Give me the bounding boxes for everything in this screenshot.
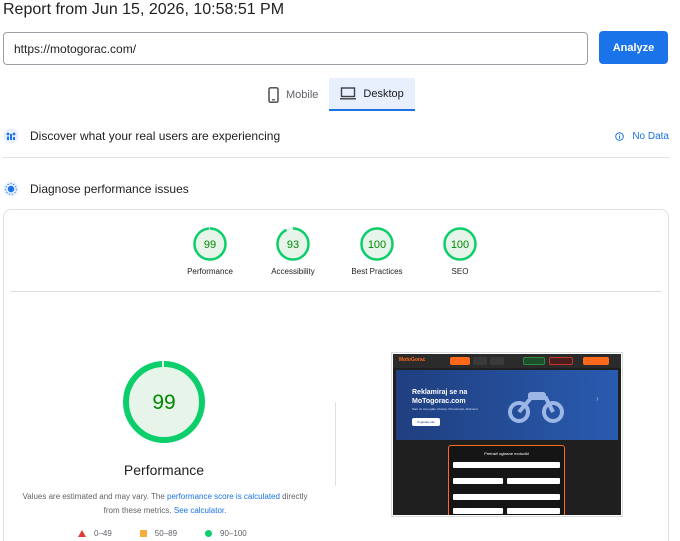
screenshot-headline: Reklamiraj se na MoTogorac.com	[412, 389, 468, 405]
url-input[interactable]: https://motogorac.com/	[3, 32, 588, 65]
screenshot-cta: Pogledaj više	[412, 418, 440, 426]
screenshot-form-title: Pretraži oglasne motocikl	[484, 451, 529, 456]
gauge-accessibility-score: 93	[287, 239, 299, 251]
tab-desktop[interactable]: Desktop	[329, 78, 415, 111]
score-gauges: 99 Performance 93 Accessibility 100 Best…	[170, 226, 500, 286]
gauge-best-practices-ring: 100	[360, 227, 394, 261]
screenshot-field-2	[453, 478, 503, 484]
screenshot-field-3	[507, 478, 560, 484]
performance-big-gauge: 99	[123, 361, 205, 443]
screenshot-field-4	[453, 494, 560, 500]
field-data-heading: Discover what your real users are experi…	[30, 129, 281, 143]
legend-pass: 90–100	[205, 529, 247, 538]
triangle-icon	[78, 530, 86, 537]
device-tabs: Mobile Desktop	[257, 78, 415, 111]
gauge-performance-score: 99	[204, 239, 216, 251]
analyze-button[interactable]: Analyze	[599, 31, 668, 64]
diagnose-heading: Diagnose performance issues	[30, 182, 189, 196]
info-icon	[615, 131, 625, 141]
lab-data-icon	[3, 181, 19, 197]
gauge-seo-score: 100	[451, 239, 469, 251]
motorcycle-icon	[508, 392, 564, 423]
gauge-seo-label: SEO	[451, 267, 469, 276]
screenshot-field-1	[453, 462, 560, 468]
no-data-status[interactable]: No Data	[615, 131, 669, 142]
gauge-seo[interactable]: 100 SEO	[420, 226, 500, 276]
gauge-performance-label: Performance	[187, 267, 233, 276]
gauge-accessibility-label: Accessibility	[271, 267, 315, 276]
diagnose-section: Diagnose performance issues	[3, 181, 669, 197]
section-divider	[3, 157, 669, 158]
screenshot-field-5	[453, 508, 503, 514]
no-data-label: No Data	[632, 130, 669, 142]
gauge-best-practices-label: Best Practices	[351, 267, 403, 276]
gauge-performance-ring: 99	[193, 227, 227, 261]
screenshot-nav-pill-4	[523, 357, 545, 365]
screenshot-nav-pill-6	[583, 357, 609, 365]
square-icon	[139, 530, 147, 537]
score-legend: 0–49 50–89 90–100	[78, 529, 247, 538]
legend-pass-range: 90–100	[220, 529, 247, 538]
legend-fail-range: 0–49	[94, 529, 112, 538]
gauge-accessibility-ring: 93	[276, 227, 310, 261]
legend-average-range: 50–89	[154, 529, 178, 538]
tab-mobile-label: Mobile	[286, 88, 319, 101]
screenshot-nav-pill-2	[473, 357, 487, 365]
circle-icon	[205, 530, 213, 537]
gauge-performance[interactable]: 99 Performance	[170, 226, 250, 276]
screenshot-field-6	[507, 508, 560, 514]
screenshot-nav-pill-1	[450, 357, 470, 365]
vertical-separator	[335, 402, 336, 486]
users-data-icon	[3, 128, 19, 144]
performance-big-score: 99	[152, 391, 175, 414]
tab-mobile[interactable]: Mobile	[257, 78, 329, 111]
gauge-best-practices[interactable]: 100 Best Practices	[337, 226, 417, 276]
field-data-section[interactable]: Discover what your real users are experi…	[3, 128, 669, 144]
performance-title: Performance	[123, 462, 205, 478]
see-calculator-link[interactable]: See calculator.	[174, 506, 226, 515]
legend-average: 50–89	[139, 529, 178, 538]
phone-icon	[268, 86, 279, 103]
gauge-seo-ring: 100	[443, 227, 477, 261]
screenshot-nav-pill-5	[549, 357, 573, 365]
legend-fail: 0–49	[78, 529, 112, 538]
performance-note: Values are estimated and may vary. The p…	[20, 490, 310, 518]
gauge-accessibility[interactable]: 93 Accessibility	[253, 226, 333, 276]
chevron-right-icon: ›	[596, 394, 599, 403]
performance-score-link[interactable]: performance score is calculated	[167, 492, 280, 501]
monitor-icon	[340, 87, 357, 100]
gauge-best-practices-score: 100	[368, 239, 386, 251]
screenshot-logo: MotoGorac	[399, 357, 426, 363]
tab-desktop-label: Desktop	[363, 87, 404, 100]
page-screenshot[interactable]: MotoGorac › Reklamiraj se na MoTogorac.c…	[393, 354, 621, 515]
report-title: Report from Jun 15, 2026, 10:58:51 PM	[3, 1, 285, 18]
screenshot-subtext: Sam cu tvoj oglas, Dostop, Prometnost, A…	[412, 407, 478, 411]
gauge-divider	[10, 291, 662, 292]
performance-note-prefix: Values are estimated and may vary. The	[22, 492, 167, 501]
screenshot-nav-pill-3	[490, 357, 504, 365]
